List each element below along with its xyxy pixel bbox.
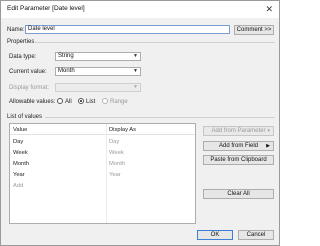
data-type-select[interactable]: String ▼	[55, 52, 141, 61]
values-list[interactable]: Value Display As Day Day Week Week Month…	[9, 123, 196, 224]
chevron-down-icon: ▾	[267, 128, 270, 134]
current-value-label: Current value:	[9, 69, 47, 75]
current-value-select[interactable]: Month ▼	[55, 67, 141, 76]
radio-all[interactable]	[57, 98, 63, 104]
chevron-right-icon: ▶	[266, 143, 270, 149]
chevron-down-icon: ▼	[133, 68, 138, 74]
add-from-parameter-label: Add from Parameter	[211, 128, 266, 134]
radio-list-label: List	[86, 99, 96, 105]
edit-parameter-dialog: Edit Parameter [Date level] ✕ Name: Date…	[0, 0, 280, 246]
add-from-parameter-button[interactable]: Add from Parameter ▾	[203, 126, 274, 136]
column-header-display-as: Display As	[109, 127, 137, 133]
list-header: Value Display As	[10, 124, 195, 135]
ok-button[interactable]: OK	[197, 230, 233, 240]
data-type-value: String	[58, 53, 74, 59]
add-from-field-label: Add from Field	[218, 143, 258, 149]
radio-list[interactable]	[78, 98, 84, 104]
display-format-select[interactable]: ▼	[55, 83, 141, 92]
properties-heading: Properties	[7, 39, 35, 45]
row-value-year[interactable]: Year	[13, 172, 25, 178]
row-value-week[interactable]: Week	[13, 150, 28, 156]
display-format-label: Display format:	[9, 85, 50, 91]
window-title: Edit Parameter [Date level]	[7, 5, 85, 12]
radio-range[interactable]	[102, 98, 108, 104]
row-value-day[interactable]: Day	[13, 139, 23, 145]
data-type-label: Data type:	[9, 54, 37, 60]
clear-all-button[interactable]: Clear All	[203, 189, 274, 199]
row-display-year[interactable]: Year	[109, 172, 121, 178]
radio-range-label: Range	[110, 99, 128, 105]
add-row-placeholder[interactable]: Add	[13, 183, 23, 189]
row-display-week[interactable]: Week	[109, 150, 124, 156]
row-display-month[interactable]: Month	[109, 161, 125, 167]
column-header-value: Value	[13, 127, 28, 133]
column-divider	[106, 124, 107, 223]
row-value-month[interactable]: Month	[13, 161, 29, 167]
cancel-button[interactable]: Cancel	[238, 230, 274, 240]
chevron-down-icon: ▼	[133, 53, 138, 59]
properties-divider	[35, 42, 275, 43]
current-value-value: Month	[58, 68, 75, 74]
title-bar: Edit Parameter [Date level] ✕	[1, 1, 279, 18]
comment-button[interactable]: Comment >>	[234, 25, 274, 35]
row-display-day[interactable]: Day	[109, 139, 119, 145]
list-of-values-heading: List of values	[7, 114, 43, 120]
add-from-field-button[interactable]: Add from Field ▶	[203, 141, 274, 151]
name-label: Name:	[7, 27, 25, 33]
close-icon[interactable]: ✕	[265, 3, 273, 15]
name-input[interactable]: Date level	[25, 25, 230, 34]
allowable-values-label: Allowable values:	[9, 99, 56, 105]
list-divider	[45, 117, 275, 118]
radio-all-label: All	[65, 99, 72, 105]
chevron-down-icon: ▼	[133, 84, 138, 90]
paste-from-clipboard-button[interactable]: Paste from Clipboard	[203, 155, 274, 165]
